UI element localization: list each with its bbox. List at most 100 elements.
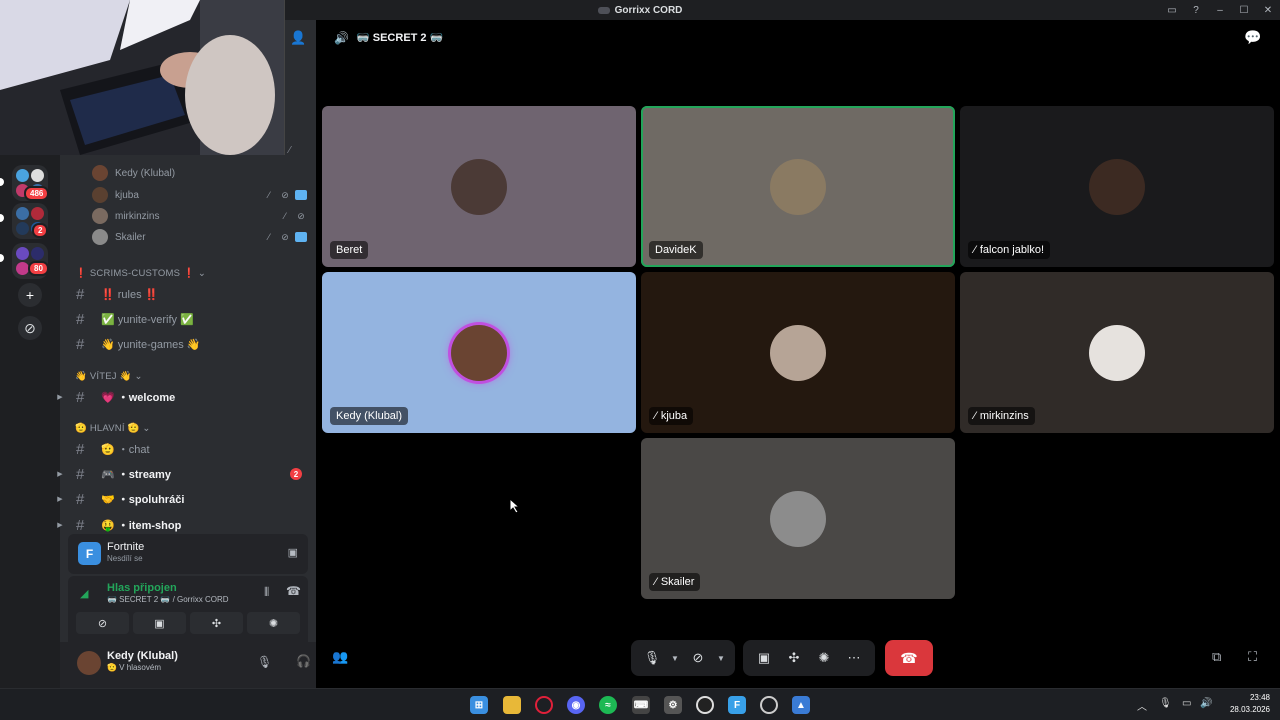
clock-time[interactable]: 23:48 — [1224, 693, 1270, 702]
close-button[interactable]: ✕ — [1256, 5, 1280, 16]
disconnect-icon[interactable]: ☎ — [286, 584, 301, 598]
tray-chevron-up-icon[interactable]: ︿ — [1137, 698, 1147, 713]
network-icon[interactable]: ▭ — [1182, 698, 1191, 709]
avatar — [92, 208, 108, 224]
more-icon[interactable]: ⋯ — [839, 643, 869, 673]
voice-user[interactable]: Kedy (Klubal) — [92, 163, 307, 183]
channel-label: 🫡 ・chat — [101, 444, 150, 456]
microphone-icon[interactable]: 🎙 — [1159, 698, 1172, 709]
screen-icon[interactable]: ▭ — [1160, 5, 1184, 16]
add-friend-icon[interactable]: 👤 — [290, 30, 306, 46]
hash-icon: # — [76, 465, 85, 483]
signal-icon[interactable]: ◢ — [80, 587, 88, 600]
avatar — [1089, 158, 1145, 215]
hash-icon: # — [76, 310, 85, 328]
volume-icon[interactable]: 🔊 — [1200, 698, 1212, 709]
activity-game: Fortnite — [107, 541, 145, 553]
help-icon[interactable]: ? — [1184, 5, 1208, 16]
channel-yunite-games[interactable]: # 👋 yunite-games 👋 — [60, 333, 308, 355]
chat-icon[interactable]: 💬 — [1244, 29, 1261, 46]
channel-arrow: ▶ — [57, 471, 63, 478]
participant-tile[interactable]: DavideK — [641, 106, 955, 267]
activities-icon[interactable]: ✣ — [779, 643, 809, 673]
minimize-button[interactable]: – — [1208, 5, 1232, 16]
invite-icon[interactable]: 👥 — [332, 649, 348, 665]
soundwave-icon[interactable]: ⦀ — [264, 585, 269, 600]
participant-nametag: ⁄ Skailer — [649, 573, 701, 591]
participant-name: falcon jablko! — [979, 244, 1045, 256]
discord-window: Gorrixx CORD ▭ ? – ☐ ✕ 486 2 80 + ⊘ Kedy… — [0, 0, 1280, 720]
settings-icon[interactable]: ⚙ — [664, 696, 682, 714]
channel-label: 💗 ・welcome — [101, 392, 176, 404]
file-explorer-icon[interactable] — [503, 696, 521, 714]
channel-rules[interactable]: # ‼️ rules ‼️ — [60, 283, 308, 305]
user-status[interactable]: 🫡 V hlasovém — [107, 663, 161, 672]
windows-start-icon[interactable]: ⊞ — [470, 696, 488, 714]
microphone-icon[interactable]: 🎙 — [637, 643, 667, 673]
participant-tile[interactable]: Beret — [322, 106, 636, 267]
channel-spoluhraci[interactable]: ▶ # 🤝 ・spoluhráči — [57, 488, 308, 510]
microphone-icon[interactable]: 🎙 — [257, 655, 272, 669]
category-hlavni[interactable]: 🫡 HLAVNÍ 🫡 ⌄ — [75, 423, 151, 434]
channel-item-shop[interactable]: ▶ # 🤑 ・item-shop — [57, 514, 308, 536]
opera-icon[interactable] — [535, 696, 553, 714]
hash-icon: # — [76, 440, 85, 458]
voice-user[interactable]: mirkinzins ⁄ ⊘ — [92, 206, 307, 226]
voice-stage: 🔊 🥽 SECRET 2 🥽 💬 Beret DavideK ⁄ falcon jab… — [316, 20, 1280, 688]
category-scrims[interactable]: ❗ SCRIMS-CUSTOMS ❗ ⌄ — [75, 268, 206, 279]
chevron-down-icon[interactable]: ▼ — [713, 643, 729, 673]
chatgpt-icon[interactable] — [760, 696, 778, 714]
camera-off-icon[interactable]: ⊘ — [76, 612, 129, 634]
chevron-down-icon[interactable]: ▼ — [667, 643, 683, 673]
spotify-icon[interactable]: ≈ — [599, 696, 617, 714]
maximize-button[interactable]: ☐ — [1232, 5, 1256, 16]
avatar[interactable] — [77, 651, 101, 675]
webcam-image — [0, 0, 285, 155]
activity-panel[interactable]: F Fortnite Nesdílí se ▣ — [68, 534, 308, 574]
stream-game-icon[interactable]: ▣ — [288, 546, 298, 559]
channel-yunite-verify[interactable]: # ✅ yunite-verify ✅ — [60, 308, 308, 330]
fortnite-icon[interactable]: F — [728, 696, 746, 714]
obs-icon[interactable] — [696, 696, 714, 714]
camera-off-icon[interactable]: ⊘ — [683, 643, 713, 673]
leave-call-button[interactable]: ☎ — [885, 640, 933, 676]
screen-share-icon[interactable]: ▣ — [133, 612, 186, 634]
voice-status[interactable]: Hlas připojen — [107, 582, 177, 594]
participant-nametag: ⁄ kjuba — [649, 407, 694, 425]
mic-group: 🎙 ▼ ⊘ ▼ — [631, 640, 735, 676]
voice-user-name: mirkinzins — [115, 210, 160, 222]
discord-icon[interactable]: ◉ — [567, 696, 585, 714]
voice-user[interactable]: kjuba ⁄ ⊘ — [92, 185, 307, 205]
user-name[interactable]: Kedy (Klubal) — [107, 650, 178, 662]
soundboard-icon[interactable]: ✺ — [809, 643, 839, 673]
category-vitej[interactable]: 👋 VÍTEJ 👋 ⌄ — [75, 371, 143, 382]
screen-share-icon[interactable]: ▣ — [749, 643, 779, 673]
voice-location[interactable]: 🥽 SECRET 2 🥽 / Gorrixx CORD — [107, 595, 229, 604]
camera-off-icon: ⁄ — [974, 244, 976, 256]
participant-tile[interactable]: ⁄ mirkinzins — [960, 272, 1274, 433]
discover-button[interactable]: ⊘ — [18, 316, 42, 340]
popout-icon[interactable]: ⧉ — [1212, 649, 1221, 665]
participant-nametag: Beret — [330, 241, 369, 259]
photos-icon[interactable]: ▲ — [792, 696, 810, 714]
activities-icon[interactable]: ✣ — [190, 612, 243, 634]
participant-tile[interactable]: ⁄ Skailer — [641, 438, 955, 599]
voice-user[interactable]: Skailer ⁄ ⊘ — [92, 227, 307, 247]
soundboard-icon[interactable]: ✺ — [247, 612, 300, 634]
window-title: Gorrixx CORD — [597, 5, 682, 16]
participant-tile[interactable]: ⁄ falcon jablko! — [960, 106, 1274, 267]
headphones-icon[interactable]: 🎧 — [296, 654, 311, 668]
app-icon[interactable]: ⌨ — [632, 696, 650, 714]
add-server-button[interactable]: + — [18, 283, 42, 307]
participant-tile[interactable]: ⁄ kjuba — [641, 272, 955, 433]
camera-off-icon: ⊘ — [281, 231, 289, 242]
participant-tile[interactable]: Kedy (Klubal) — [322, 272, 636, 433]
clock-date[interactable]: 28.03.2026 — [1216, 705, 1270, 714]
channel-streamy[interactable]: ▶ # 🎮 ・streamy 2 — [57, 463, 308, 485]
channel-welcome[interactable]: ▶ # 💗 ・welcome — [57, 386, 308, 408]
fullscreen-icon[interactable]: ⛶ — [1248, 649, 1257, 665]
participant-name: Kedy (Klubal) — [336, 410, 403, 422]
channel-chat[interactable]: # 🫡 ・chat — [60, 438, 308, 460]
channel-label: ✅ yunite-verify ✅ — [101, 313, 194, 326]
participant-nametag: DavideK — [649, 241, 703, 259]
